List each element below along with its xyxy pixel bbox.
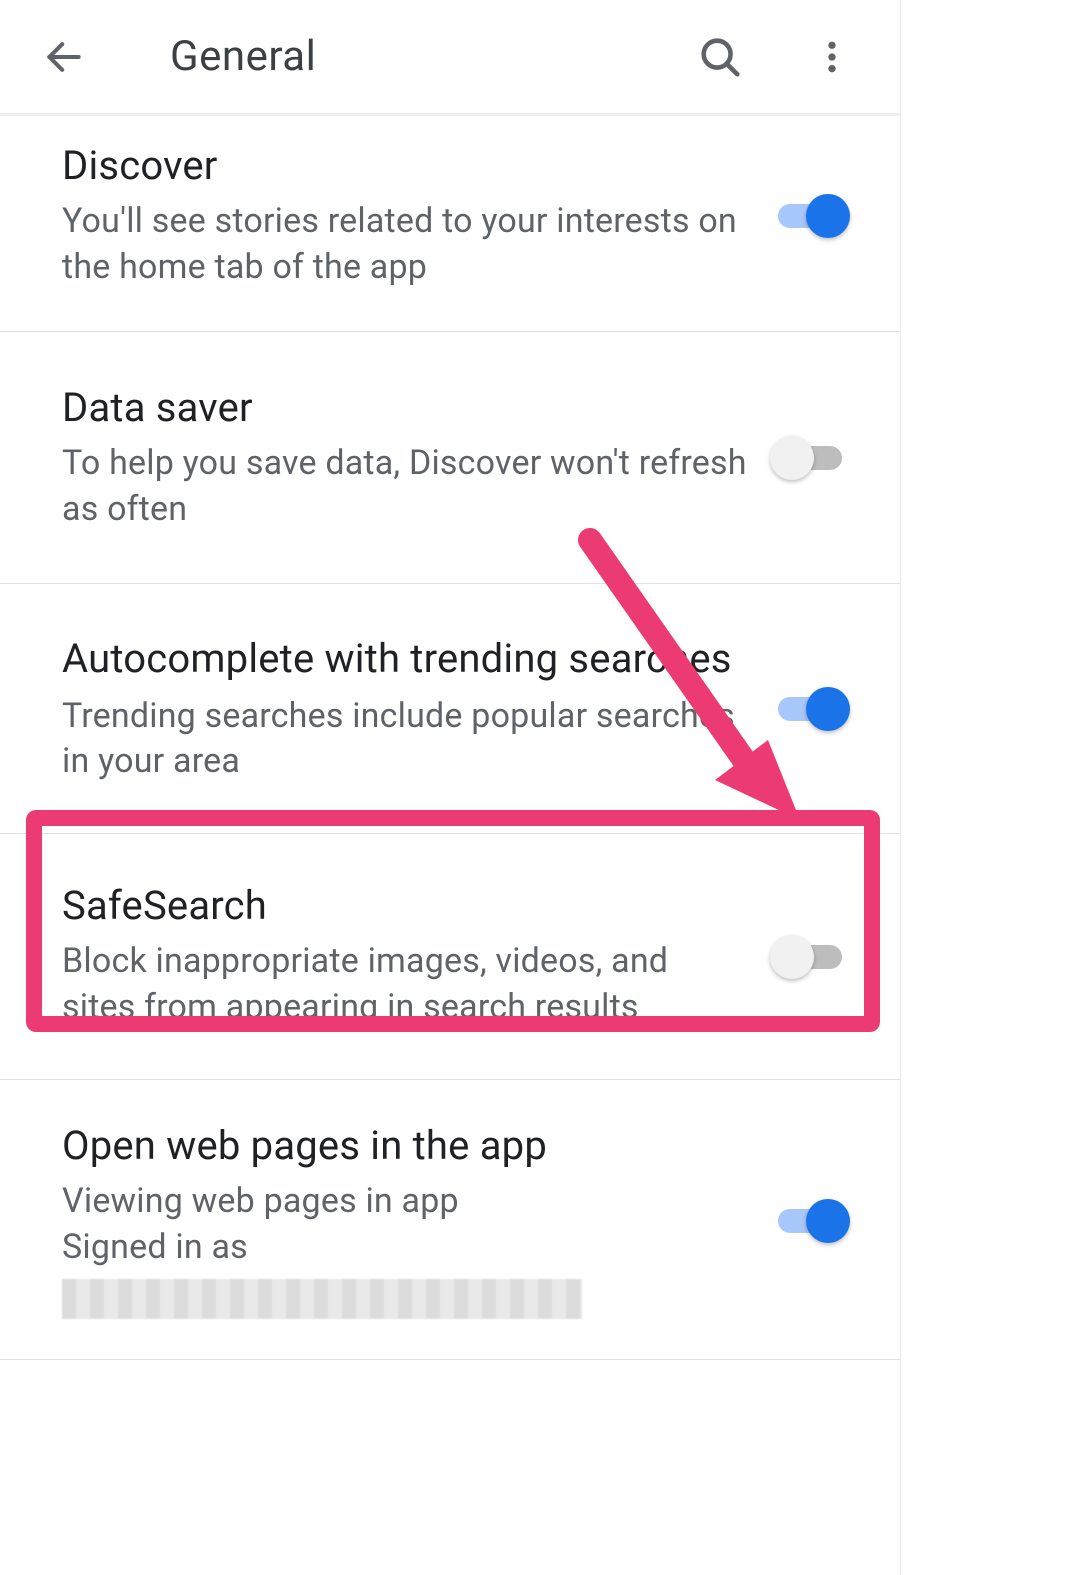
page-title: General [170,32,692,81]
settings-screen: General Discover You'll see stories rela… [0,0,900,1575]
overflow-menu-button[interactable] [804,29,860,85]
toggle-thumb [806,687,850,731]
toggle-autocomplete-trending[interactable] [770,685,850,733]
setting-subtitle: Block inappropriate images, videos, and … [62,939,750,1031]
toggle-data-saver[interactable] [770,434,850,482]
redacted-account [62,1279,582,1319]
header-actions [692,29,870,85]
setting-subtitle-line1: Viewing web pages in app [62,1179,750,1225]
setting-subtitle: You'll see stories related to your inter… [62,199,750,291]
setting-title: SafeSearch [62,882,750,929]
arrow-back-icon [42,35,86,79]
setting-open-in-app[interactable]: Open web pages in the app Viewing web pa… [0,1080,900,1360]
settings-list: Discover You'll see stories related to y… [0,116,900,1360]
setting-texts: SafeSearch Block inappropriate images, v… [62,882,750,1031]
search-button[interactable] [692,29,748,85]
setting-texts: Discover You'll see stories related to y… [62,142,750,291]
setting-title: Open web pages in the app [62,1122,750,1169]
toggle-thumb [770,436,814,480]
setting-texts: Autocomplete with trending searches Tren… [62,634,750,786]
toggle-open-in-app[interactable] [770,1197,850,1245]
setting-subtitle-line2: Signed in as [62,1225,750,1271]
setting-texts: Data saver To help you save data, Discov… [62,384,750,533]
setting-title: Discover [62,142,750,189]
setting-autocomplete-trending[interactable]: Autocomplete with trending searches Tren… [0,584,900,835]
setting-title: Data saver [62,384,750,431]
toggle-thumb [806,1199,850,1243]
setting-discover[interactable]: Discover You'll see stories related to y… [0,116,900,332]
toggle-thumb [770,935,814,979]
app-bar: General [0,0,900,116]
back-button[interactable] [34,27,94,87]
toggle-discover[interactable] [770,192,850,240]
toggle-safesearch[interactable] [770,933,850,981]
setting-subtitle: To help you save data, Discover won't re… [62,441,750,533]
setting-subtitle: Trending searches include popular search… [62,694,750,786]
setting-title: Autocomplete with trending searches [62,634,750,684]
setting-texts: Open web pages in the app Viewing web pa… [62,1122,750,1319]
setting-safesearch[interactable]: SafeSearch Block inappropriate images, v… [0,834,900,1080]
toggle-thumb [806,194,850,238]
more-vert-icon [812,37,852,77]
setting-data-saver[interactable]: Data saver To help you save data, Discov… [0,332,900,584]
search-icon [697,34,743,80]
